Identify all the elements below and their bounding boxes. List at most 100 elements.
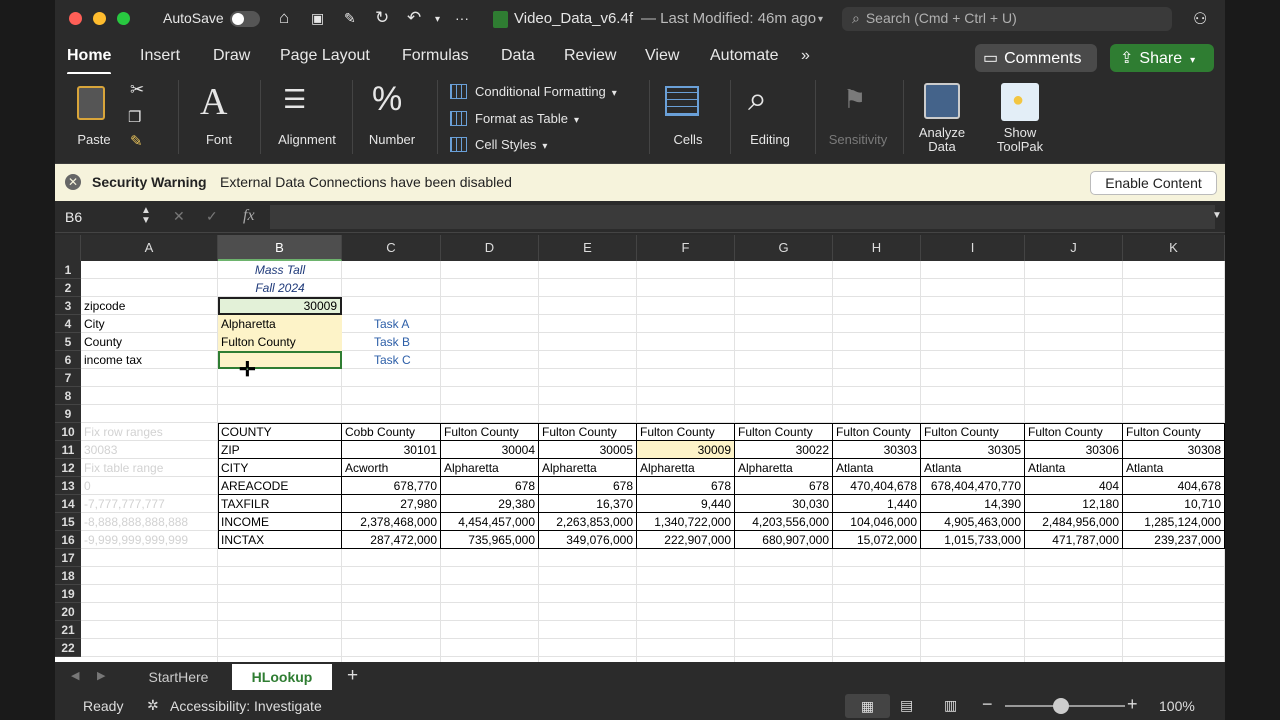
zoom-in-icon[interactable]: + <box>1127 694 1138 715</box>
table-cell[interactable]: 29,380 <box>441 495 539 513</box>
tab-review[interactable]: Review <box>564 47 616 65</box>
table-cell[interactable]: Alpharetta <box>637 459 735 477</box>
tab-insert[interactable]: Insert <box>140 47 180 65</box>
select-all-corner[interactable] <box>55 235 81 261</box>
table-label[interactable]: INCTAX <box>218 531 342 549</box>
row-header-13[interactable]: 13 <box>55 477 81 495</box>
analyze-data-button[interactable]: Analyze Data <box>912 80 972 160</box>
cell-a5[interactable]: County <box>81 333 218 351</box>
format-painter-icon[interactable]: ✎ <box>130 132 143 150</box>
table-cell[interactable]: 287,472,000 <box>342 531 441 549</box>
table-label[interactable]: CITY <box>218 459 342 477</box>
column-header-b[interactable]: B <box>218 235 342 261</box>
sheet-tab-hlookup[interactable]: HLookup <box>232 664 332 690</box>
undo-dropdown-icon[interactable]: ▾ <box>435 14 440 25</box>
page-break-view-icon[interactable]: ▥ <box>944 697 957 714</box>
table-cell[interactable]: 678 <box>441 477 539 495</box>
name-box-stepper-icon[interactable]: ▲ ▼ <box>141 206 151 226</box>
row-header-10[interactable]: 10 <box>55 423 81 441</box>
enter-icon[interactable]: ✓ <box>206 208 218 225</box>
table-cell[interactable]: 1,340,722,000 <box>637 513 735 531</box>
file-name[interactable]: Video_Data_v6.4f <box>514 10 633 27</box>
normal-view-icon[interactable]: ▦ <box>845 694 890 718</box>
table-cell[interactable]: 4,905,463,000 <box>921 513 1025 531</box>
table-cell[interactable]: 404 <box>1025 477 1123 495</box>
tab-formulas[interactable]: Formulas <box>402 47 469 65</box>
cell-b5[interactable]: Fulton County <box>218 333 342 351</box>
cell-styles-button[interactable]: Cell Styles ▾ <box>450 137 547 152</box>
table-cell[interactable]: 404,678 <box>1123 477 1225 495</box>
table-cell[interactable]: 30303 <box>833 441 921 459</box>
row-header-16[interactable]: 16 <box>55 531 81 549</box>
table-cell[interactable]: 30009 <box>637 441 735 459</box>
table-cell[interactable]: Atlanta <box>1025 459 1123 477</box>
row-header-1[interactable]: 1 <box>55 261 81 279</box>
edit-icon[interactable]: ✎ <box>344 10 356 27</box>
table-cell[interactable]: 1,285,124,000 <box>1123 513 1225 531</box>
search-box[interactable]: ⌕ Search (Cmd + Ctrl + U) <box>842 7 1172 31</box>
tab-automate[interactable]: Automate <box>710 47 778 65</box>
more-tabs-icon[interactable]: » <box>801 47 810 65</box>
format-as-table-button[interactable]: Format as Table ▾ <box>450 111 579 126</box>
font-button[interactable]: A Font <box>190 80 248 154</box>
row-header-18[interactable]: 18 <box>55 567 81 585</box>
column-header-c[interactable]: C <box>342 235 441 261</box>
table-cell[interactable]: Alpharetta <box>735 459 833 477</box>
row-header-20[interactable]: 20 <box>55 603 81 621</box>
row-header-6[interactable]: 6 <box>55 351 81 369</box>
share-button[interactable]: ⇪ Share ▾ <box>1110 44 1214 72</box>
cell-b1[interactable]: Mass Tall <box>218 261 342 279</box>
table-cell[interactable]: 4,454,457,000 <box>441 513 539 531</box>
column-header-a[interactable]: A <box>81 235 218 261</box>
table-cell[interactable]: Fulton County <box>539 423 637 441</box>
redo-icon[interactable]: ↻ <box>375 8 389 28</box>
zoom-window-icon[interactable] <box>117 12 130 25</box>
row-header-4[interactable]: 4 <box>55 315 81 333</box>
cell-a12[interactable]: Fix table range <box>81 459 218 477</box>
minimize-window-icon[interactable] <box>93 12 106 25</box>
row-header-2[interactable]: 2 <box>55 279 81 297</box>
cut-icon[interactable]: ✂ <box>130 80 144 100</box>
autosave-toggle[interactable] <box>230 11 260 27</box>
row-header-14[interactable]: 14 <box>55 495 81 513</box>
table-cell[interactable]: Atlanta <box>1123 459 1225 477</box>
zoom-level[interactable]: 100% <box>1159 698 1195 714</box>
row-header-8[interactable]: 8 <box>55 387 81 405</box>
table-cell[interactable]: 16,370 <box>539 495 637 513</box>
alignment-button[interactable]: ☰ Alignment <box>273 80 341 154</box>
close-window-icon[interactable] <box>69 12 82 25</box>
accessibility-status[interactable]: Accessibility: Investigate <box>170 698 322 714</box>
table-cell[interactable]: Atlanta <box>833 459 921 477</box>
function-icon[interactable]: fx <box>243 207 255 225</box>
table-cell[interactable]: 2,263,853,000 <box>539 513 637 531</box>
cell-c6[interactable]: Task C <box>342 351 441 369</box>
tab-view[interactable]: View <box>645 47 679 65</box>
table-cell[interactable]: 678,770 <box>342 477 441 495</box>
table-cell[interactable]: Alpharetta <box>441 459 539 477</box>
table-cell[interactable]: Fulton County <box>921 423 1025 441</box>
table-cell[interactable]: 470,404,678 <box>833 477 921 495</box>
cell-a15[interactable]: -8,888,888,888,888 <box>81 513 218 531</box>
prev-sheet-icon[interactable]: ◀ <box>71 669 79 682</box>
table-cell[interactable]: 349,076,000 <box>539 531 637 549</box>
table-cell[interactable]: 471,787,000 <box>1025 531 1123 549</box>
table-cell[interactable]: Fulton County <box>441 423 539 441</box>
table-cell[interactable]: Fulton County <box>1123 423 1225 441</box>
cell-a4[interactable]: City <box>81 315 218 333</box>
chevron-down-icon[interactable]: ▼ <box>1212 210 1222 221</box>
sensitivity-button[interactable]: ⚑ Sensitivity <box>823 80 893 154</box>
row-header-17[interactable]: 17 <box>55 549 81 567</box>
enable-content-button[interactable]: Enable Content <box>1090 171 1217 195</box>
row-header-3[interactable]: 3 <box>55 297 81 315</box>
more-icon[interactable]: ··· <box>455 10 469 26</box>
column-header-j[interactable]: J <box>1025 235 1123 261</box>
home-icon[interactable]: ⌂ <box>279 8 289 28</box>
table-cell[interactable]: 30306 <box>1025 441 1123 459</box>
table-cell[interactable]: 10,710 <box>1123 495 1225 513</box>
account-icon[interactable]: ⚇ <box>1193 9 1207 29</box>
table-cell[interactable]: 30305 <box>921 441 1025 459</box>
cell-a10[interactable]: Fix row ranges <box>81 423 218 441</box>
cell-a13[interactable]: 0 <box>81 477 218 495</box>
row-header-22[interactable]: 22 <box>55 639 81 657</box>
table-cell[interactable]: 1,015,733,000 <box>921 531 1025 549</box>
